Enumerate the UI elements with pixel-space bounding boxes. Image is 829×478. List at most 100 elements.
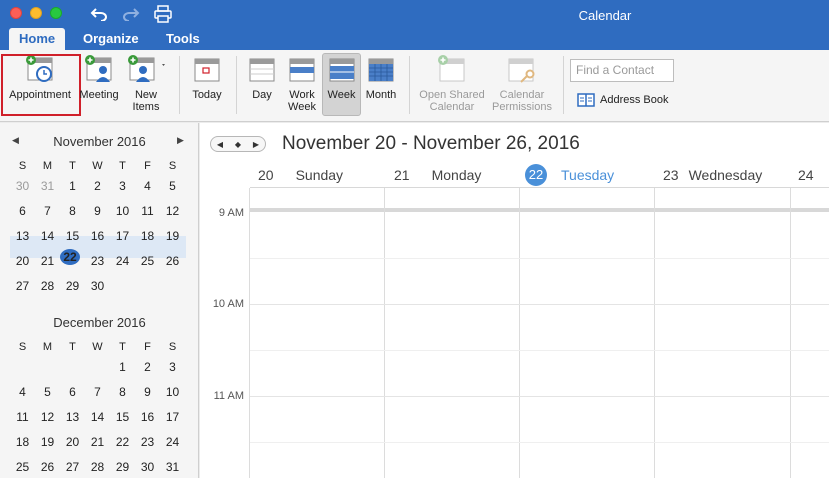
tab-organize[interactable]: Organize <box>73 28 149 50</box>
mini-calendar-day[interactable]: 18 <box>135 224 160 249</box>
day-header-thursday[interactable]: 24 <box>798 167 820 183</box>
mini-calendar-day[interactable]: 1 <box>110 355 135 380</box>
mini-calendar-day[interactable]: 18 <box>10 430 35 455</box>
find-contact-input[interactable]: Find a Contact <box>570 59 674 82</box>
mini-calendar-day[interactable]: 11 <box>10 405 35 430</box>
mini-calendar-day[interactable]: 7 <box>85 380 110 405</box>
mini-calendar-day[interactable]: 25 <box>10 455 35 478</box>
mini-calendar-day[interactable]: 23 <box>135 430 160 455</box>
mini-calendar-day[interactable]: 13 <box>10 224 35 249</box>
mini-calendar-day[interactable]: 3 <box>160 355 185 380</box>
mini-calendar-day[interactable]: 29 <box>60 274 85 299</box>
mini-calendar-day[interactable]: 15 <box>110 405 135 430</box>
mini-calendar-day[interactable]: 4 <box>135 174 160 199</box>
mini-calendar-day[interactable]: 16 <box>135 405 160 430</box>
mini-calendar-day[interactable]: 31 <box>160 455 185 478</box>
day-header-tuesday[interactable]: 22 Tuesday <box>525 164 614 186</box>
mini-calendar-day[interactable]: 17 <box>160 405 185 430</box>
mini-calendar-day[interactable]: 26 <box>35 455 60 478</box>
next-month-arrow-icon[interactable]: ▶ <box>177 135 184 146</box>
next-week-icon[interactable]: ▶ <box>253 140 259 149</box>
mini-calendar-day[interactable]: 17 <box>110 224 135 249</box>
mini-calendar-day[interactable]: 6 <box>10 199 35 224</box>
mini-calendar-day[interactable]: 13 <box>60 405 85 430</box>
mini-calendar-days: S M T W T F S 30 31 1 2 3 4 5 6 7 8 9 10 11 12 13 14 15 16 17 18 19… <box>10 158 186 299</box>
mini-calendar-day[interactable]: 21 <box>35 249 60 274</box>
day-name: Sunday <box>295 167 344 183</box>
mini-calendar-day[interactable]: 11 <box>135 199 160 224</box>
mini-calendar-day[interactable]: 24 <box>110 249 135 274</box>
mini-calendar-day[interactable]: 12 <box>160 199 185 224</box>
day-header-wednesday[interactable]: 23 Wednesday <box>663 167 762 183</box>
date-navigation[interactable]: ◀ ◆ ▶ <box>210 136 266 152</box>
print-icon[interactable] <box>152 4 174 24</box>
mini-calendar-day[interactable]: 4 <box>10 380 35 405</box>
day-view-button[interactable]: Day <box>245 54 279 101</box>
mini-calendar-day[interactable]: 5 <box>160 174 185 199</box>
mini-calendar-day[interactable]: 9 <box>135 380 160 405</box>
go-to-today-icon[interactable]: ◆ <box>235 140 241 149</box>
open-shared-calendar-button[interactable]: Open Shared Calendar <box>416 54 488 113</box>
mini-calendar-day[interactable]: 7 <box>35 199 60 224</box>
mini-calendar-day[interactable]: 23 <box>85 249 110 274</box>
address-book-button[interactable]: Address Book <box>576 92 668 108</box>
mini-calendar-day[interactable]: 28 <box>85 455 110 478</box>
month-view-button[interactable]: Month <box>362 54 400 101</box>
tab-tools[interactable]: Tools <box>156 28 210 50</box>
mini-calendar-day[interactable]: 22 <box>60 249 85 274</box>
weekday-header: F <box>144 160 151 172</box>
mini-calendar-day[interactable]: 5 <box>35 380 60 405</box>
weekday-header: S <box>18 341 27 353</box>
zoom-window-button[interactable] <box>50 7 62 19</box>
mini-calendar-day[interactable]: 20 <box>60 430 85 455</box>
hour-line <box>250 304 829 305</box>
month-view-icon <box>368 58 394 82</box>
mini-calendar-day[interactable]: 27 <box>10 274 35 299</box>
week-view-button[interactable]: Week <box>323 54 360 101</box>
mini-calendar-day[interactable]: 14 <box>35 224 60 249</box>
mini-calendar-day[interactable]: 8 <box>60 199 85 224</box>
mini-calendar-day[interactable]: 28 <box>35 274 60 299</box>
mini-calendar-day[interactable]: 8 <box>110 380 135 405</box>
mini-calendar-day[interactable]: 2 <box>85 174 110 199</box>
calendar-permissions-button[interactable]: Calendar Permissions <box>489 54 555 113</box>
mini-calendar-day[interactable]: 30 <box>10 174 35 199</box>
mini-calendar-day[interactable]: 30 <box>85 274 110 299</box>
mini-calendar-day[interactable]: 6 <box>60 380 85 405</box>
undo-icon[interactable] <box>88 4 110 24</box>
mini-calendar-day[interactable]: 29 <box>110 455 135 478</box>
mini-calendar-day[interactable]: 25 <box>135 249 160 274</box>
mini-calendar-day[interactable]: 9 <box>85 199 110 224</box>
mini-calendar-day[interactable]: 26 <box>160 249 185 274</box>
mini-calendar-day[interactable]: 30 <box>135 455 160 478</box>
mini-calendar-day[interactable]: 20 <box>10 249 35 274</box>
mini-calendar-day[interactable]: 27 <box>60 455 85 478</box>
mini-calendar-day[interactable]: 15 <box>60 224 85 249</box>
mini-calendar-day[interactable]: 31 <box>35 174 60 199</box>
mini-calendar-day[interactable]: 3 <box>110 174 135 199</box>
mini-calendar-day[interactable]: 19 <box>35 430 60 455</box>
new-items-button[interactable]: New Items <box>123 54 169 113</box>
mini-calendar-day[interactable]: 14 <box>85 405 110 430</box>
mini-calendar-day[interactable]: 10 <box>110 199 135 224</box>
mini-calendar-day[interactable]: 19 <box>160 224 185 249</box>
minimize-window-button[interactable] <box>30 7 42 19</box>
day-header-sunday[interactable]: 20 Sunday <box>258 167 343 183</box>
meeting-button[interactable]: Meeting <box>77 54 121 101</box>
today-button[interactable]: Today <box>187 54 227 101</box>
mini-calendar-day[interactable]: 16 <box>85 224 110 249</box>
mini-calendar-day[interactable]: 21 <box>85 430 110 455</box>
mini-calendar-day[interactable]: 12 <box>35 405 60 430</box>
redo-icon[interactable] <box>120 4 142 24</box>
weekday-header: S <box>168 160 177 172</box>
work-week-view-button[interactable]: Work Week <box>283 54 321 113</box>
tab-home[interactable]: Home <box>9 28 66 50</box>
mini-calendar-day[interactable]: 10 <box>160 380 185 405</box>
day-header-monday[interactable]: 21 Monday <box>394 167 481 183</box>
mini-calendar-day[interactable]: 2 <box>135 355 160 380</box>
mini-calendar-day[interactable]: 1 <box>60 174 85 199</box>
mini-calendar-day[interactable]: 24 <box>160 430 185 455</box>
prev-week-icon[interactable]: ◀ <box>217 140 223 149</box>
close-window-button[interactable] <box>10 7 22 19</box>
mini-calendar-day[interactable]: 22 <box>110 430 135 455</box>
